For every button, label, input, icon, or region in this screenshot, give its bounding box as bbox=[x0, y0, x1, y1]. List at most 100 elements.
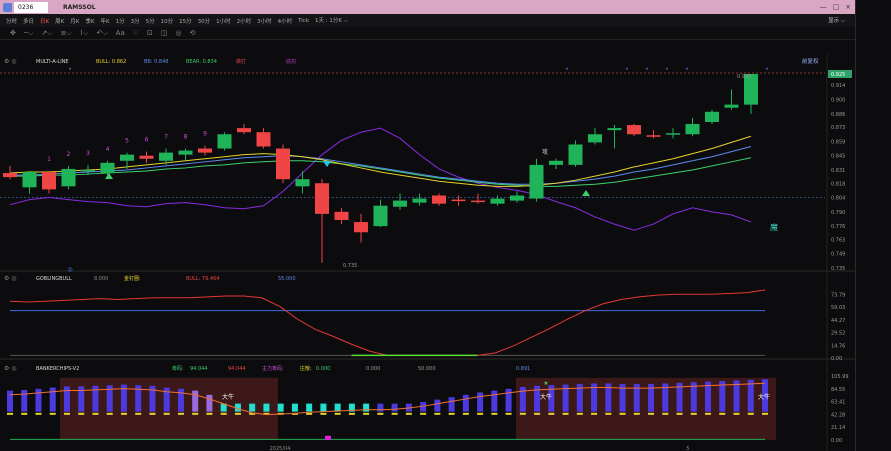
candle-body bbox=[607, 128, 622, 131]
period-tab-3[interactable]: 周K bbox=[55, 17, 64, 25]
draw-tool-icon-4[interactable]: ⌇⌵ bbox=[80, 29, 89, 38]
ind2-bar-base bbox=[762, 412, 768, 415]
close-button[interactable]: × bbox=[845, 3, 851, 11]
sell-triangle-icon bbox=[323, 161, 331, 167]
candle-body bbox=[295, 179, 310, 187]
draw-tool-icon-11[interactable]: ⟲ bbox=[190, 29, 196, 37]
draw-tool-icon-1[interactable]: ╌⌵ bbox=[24, 29, 34, 38]
ind2-bar-base bbox=[49, 412, 56, 415]
ind2-bar-base bbox=[420, 412, 427, 415]
seq-number: 4 bbox=[106, 146, 110, 153]
period-tab-12[interactable]: 30分 bbox=[198, 17, 211, 25]
period-tab-9[interactable]: 5分 bbox=[146, 17, 155, 25]
y-tick-label: 0.818 bbox=[831, 181, 845, 187]
ind2-bar bbox=[462, 394, 469, 412]
period-tab-18[interactable]: 1天 : 1分K ⌵ bbox=[315, 16, 348, 25]
ind2-bar-base bbox=[405, 412, 412, 415]
ind2-y-tick: 42.28 bbox=[831, 412, 845, 418]
legend-name: MULTI-A-LINE bbox=[36, 59, 69, 65]
ind2-bull-label: 大牛 bbox=[222, 393, 234, 401]
legend-bull: BULL: 0.862 bbox=[96, 59, 126, 65]
legend-bear: BEAR: 0.834 bbox=[186, 59, 217, 65]
period-tab-4[interactable]: 月K bbox=[70, 17, 79, 25]
period-tab-11[interactable]: 15分 bbox=[179, 17, 192, 25]
period-tab-2[interactable]: 日K bbox=[40, 17, 49, 25]
ind2-bar bbox=[21, 390, 28, 412]
draw-tool-icon-9[interactable]: ◫ bbox=[161, 29, 168, 37]
period-tab-10[interactable]: 10分 bbox=[161, 17, 174, 25]
draw-tool-icon-5[interactable]: ↶⌵ bbox=[96, 29, 107, 38]
candle-body bbox=[354, 222, 368, 233]
period-tab-7[interactable]: 1分 bbox=[116, 17, 125, 25]
ind2-v1: 94.044 bbox=[190, 366, 208, 372]
ind2-bar-base bbox=[705, 412, 712, 415]
draw-tool-icon-2[interactable]: ↗⌵ bbox=[41, 29, 52, 38]
draw-tool-icon-10[interactable]: ◎ bbox=[176, 29, 182, 37]
y-tick-label: 0.763 bbox=[831, 237, 845, 243]
period-tab-17[interactable]: Tick bbox=[298, 18, 309, 24]
ind1-red-line bbox=[9, 289, 766, 356]
candle-body bbox=[334, 211, 349, 221]
signal-demon: 魔 bbox=[770, 222, 778, 232]
candle-body bbox=[568, 144, 583, 165]
symbol-code-input[interactable]: 0236 bbox=[14, 1, 48, 13]
ind2-v2: 94.044 bbox=[228, 366, 246, 372]
seq-number: 6 bbox=[145, 137, 149, 144]
draw-tool-icon-0[interactable]: ✥ bbox=[10, 29, 16, 37]
y-tick-label: 0.873 bbox=[831, 125, 845, 131]
ind2-bar-base bbox=[78, 412, 85, 415]
signal-attack: 攻 bbox=[542, 148, 548, 156]
top-dot-icon: • bbox=[645, 66, 649, 73]
ind2-y-tick: 84.55 bbox=[831, 387, 845, 393]
period-tab-1[interactable]: 多日 bbox=[23, 17, 34, 25]
maximize-button[interactable]: □ bbox=[833, 3, 840, 11]
candle-body bbox=[724, 104, 739, 108]
chart-canvas[interactable]: ⚙ ◎ MULTI-A-LINE BULL: 0.862 BB: 0.848 BEAR:… bbox=[0, 40, 855, 451]
ind2-bar-base bbox=[363, 412, 370, 415]
ind1-y-tick: 29.52 bbox=[831, 331, 845, 337]
candle-body bbox=[3, 173, 17, 178]
top-dot-icon: • bbox=[68, 66, 72, 73]
ind2-bar-base bbox=[35, 412, 42, 415]
period-tab-15[interactable]: 3小时 bbox=[257, 17, 272, 25]
ind1-bull: BULL: 79.464 bbox=[186, 276, 219, 282]
draw-tool-icon-7[interactable]: ♡ bbox=[133, 29, 139, 37]
ind2-bar bbox=[291, 403, 298, 412]
ind1-y-tick: 73.79 bbox=[831, 292, 845, 298]
period-tab-5[interactable]: 季K bbox=[85, 17, 94, 25]
period-tab-13[interactable]: 1小时 bbox=[216, 17, 231, 25]
minimize-button[interactable]: — bbox=[820, 3, 827, 11]
ind2-bar-base bbox=[605, 412, 612, 415]
seq-number: 8 bbox=[184, 134, 188, 141]
ind1-label: 金钉圈: bbox=[124, 275, 141, 282]
ind2-bar-base bbox=[591, 412, 598, 415]
ind2-bar-base bbox=[662, 412, 669, 415]
ind2-bar bbox=[192, 390, 199, 412]
ind2-bar bbox=[733, 380, 740, 412]
period-tab-8[interactable]: 3分 bbox=[131, 17, 140, 25]
ind2-bar-base bbox=[206, 412, 213, 415]
period-tab-14[interactable]: 2小时 bbox=[237, 17, 252, 25]
period-tab-0[interactable]: 分时 bbox=[6, 17, 17, 25]
app-logo-icon bbox=[3, 2, 12, 12]
ind2-v5: 0.000 bbox=[366, 366, 380, 372]
ind2-bar bbox=[334, 403, 341, 412]
candle-body bbox=[42, 172, 56, 190]
y-tick-label: 0.925 bbox=[831, 72, 845, 78]
draw-tool-icon-6[interactable]: Aa bbox=[116, 29, 125, 37]
period-tab-6[interactable]: 年K bbox=[100, 17, 109, 25]
display-menu[interactable]: 显示 ⌵ bbox=[828, 16, 855, 25]
y-tick-label: 0.831 bbox=[831, 168, 845, 174]
drawing-toolbar: ✥ ╌⌵ ↗⌵ ≡⌵ ⌇⌵ ↶⌵ Aa ♡ ⊡ ◫ ◎ ⟲ bbox=[0, 27, 855, 40]
y-tick-label: 0.735 bbox=[831, 266, 845, 272]
draw-tool-icon-8[interactable]: ⊡ bbox=[147, 29, 153, 37]
ind2-bar-base bbox=[548, 412, 555, 415]
candle-body bbox=[432, 195, 446, 204]
seq-number: 2 bbox=[67, 151, 71, 158]
draw-tool-icon-3[interactable]: ≡⌵ bbox=[61, 29, 72, 38]
ind1-blue: 55.000 bbox=[278, 276, 296, 282]
candle-body bbox=[705, 111, 719, 122]
period-tab-16[interactable]: 4小时 bbox=[278, 17, 293, 25]
candle-body bbox=[237, 128, 251, 133]
ind2-label: 主力筹码: bbox=[262, 365, 284, 372]
